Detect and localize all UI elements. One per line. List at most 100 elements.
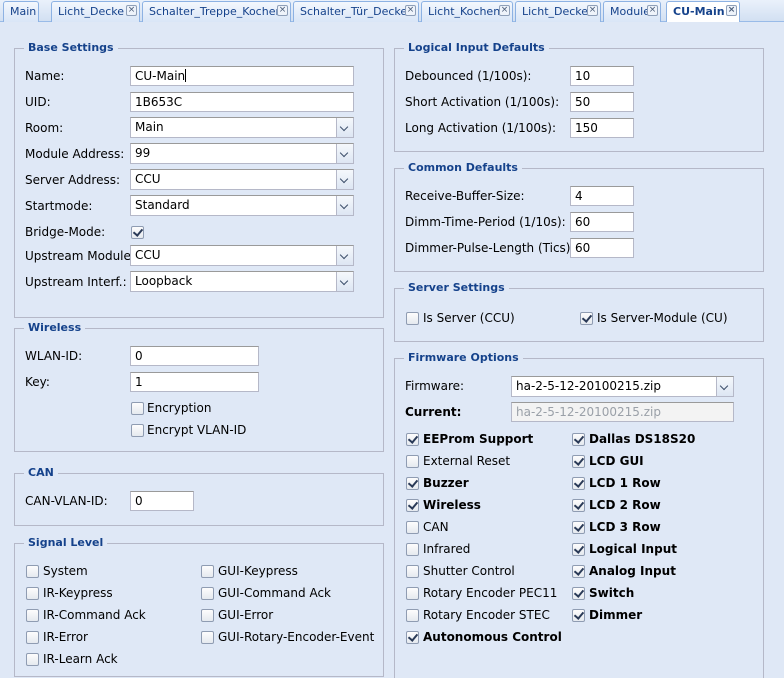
close-icon[interactable]: × xyxy=(587,5,598,16)
can-vlan-id-input[interactable]: 0 xyxy=(130,491,194,511)
fw-infrared-checkbox[interactable] xyxy=(406,543,419,556)
signal-ir-keypress-checkbox[interactable] xyxy=(26,587,39,600)
signal-ir-keypress-label: IR-Keypress xyxy=(43,586,113,600)
chevron-down-icon[interactable] xyxy=(336,246,353,265)
signal-ir-learn-ack-checkbox[interactable] xyxy=(26,653,39,666)
chevron-down-icon[interactable] xyxy=(336,118,353,137)
module-address-label: Module Address: xyxy=(25,147,125,161)
encrypt-vlan-id-checkbox[interactable] xyxy=(131,424,144,437)
signal-gui-keypress-label: GUI-Keypress xyxy=(218,564,298,578)
tab-licht-decke[interactable]: Licht_Decke × xyxy=(515,1,601,22)
fw-logical-input-label: Logical Input xyxy=(589,542,677,556)
name-input[interactable]: CU-Main xyxy=(130,66,354,86)
fw-analog-input-checkbox[interactable] xyxy=(572,565,585,578)
long-activation-input[interactable]: 150 xyxy=(570,118,634,138)
bridge-mode-checkbox[interactable] xyxy=(131,226,144,239)
fw-dallas-ds18s20-checkbox[interactable] xyxy=(572,433,585,446)
can-vlan-id-label: CAN-VLAN-ID: xyxy=(25,494,108,508)
server-address-select[interactable]: CCU xyxy=(130,169,354,190)
close-icon[interactable]: × xyxy=(277,5,288,16)
close-icon[interactable]: × xyxy=(405,5,416,16)
fw-external-reset-checkbox[interactable] xyxy=(406,455,419,468)
wlan-id-input[interactable]: 0 xyxy=(130,346,259,366)
signal-ir-command-ack-checkbox[interactable] xyxy=(26,609,39,622)
upstream-interf-select[interactable]: Loopback xyxy=(130,271,354,292)
fw-rotary-encoder-pec11-checkbox[interactable] xyxy=(406,587,419,600)
signal-ir-error-checkbox[interactable] xyxy=(26,631,39,644)
receive-buffer-size-label: Receive-Buffer-Size: xyxy=(405,189,525,203)
fw-lcd-1-row-checkbox[interactable] xyxy=(572,477,585,490)
fw-shutter-control-checkbox[interactable] xyxy=(406,565,419,578)
tab-schalter-t-r-decke[interactable]: Schalter_Tür_Decke × xyxy=(293,1,419,22)
dimm-time-period-input[interactable]: 60 xyxy=(570,212,634,232)
signal-system-checkbox[interactable] xyxy=(26,565,39,578)
signal-system-label: System xyxy=(43,564,88,578)
tab-strip: Main Licht_Decke × Schalter_Treppe_Kochen × S… xyxy=(0,0,784,23)
fw-buzzer-checkbox[interactable] xyxy=(406,477,419,490)
receive-buffer-size-input[interactable]: 4 xyxy=(570,186,634,206)
encryption-checkbox[interactable] xyxy=(131,402,144,415)
chevron-down-icon[interactable] xyxy=(336,170,353,189)
fw-logical-input-checkbox[interactable] xyxy=(572,543,585,556)
chevron-down-icon[interactable] xyxy=(336,144,353,163)
firmware-label: Firmware: xyxy=(405,379,465,393)
close-icon[interactable]: × xyxy=(499,5,510,16)
base-settings-fieldset: Base Settings Name: CU-Main UID: 1B653C … xyxy=(14,41,384,318)
base-settings-legend: Base Settings xyxy=(24,41,118,55)
dimmer-pulse-length-input[interactable]: 60 xyxy=(570,238,634,258)
current-input: ha-2-5-12-20100215.zip xyxy=(511,402,734,422)
fw-external-reset-label: External Reset xyxy=(423,454,511,468)
module-address-select[interactable]: 99 xyxy=(130,143,354,164)
tab-main[interactable]: Main xyxy=(3,1,39,22)
chevron-down-icon[interactable] xyxy=(716,377,733,396)
signal-gui-command-ack-checkbox[interactable] xyxy=(201,587,214,600)
signal-gui-error-checkbox[interactable] xyxy=(201,609,214,622)
fw-dimmer-checkbox[interactable] xyxy=(572,609,585,622)
close-icon[interactable]: × xyxy=(126,5,137,16)
fw-lcd-3-row-checkbox[interactable] xyxy=(572,521,585,534)
bridge-mode-label: Bridge-Mode: xyxy=(25,225,106,239)
logical-input-defaults-fieldset: Logical Input Defaults Debounced (1/100s… xyxy=(394,41,764,152)
fw-lcd-3-row-label: LCD 3 Row xyxy=(589,520,661,534)
uid-label: UID: xyxy=(25,95,51,109)
signal-gui-keypress-checkbox[interactable] xyxy=(201,565,214,578)
firmware-options-legend: Firmware Options xyxy=(404,351,523,365)
firmware-select[interactable]: ha-2-5-12-20100215.zip xyxy=(511,376,734,397)
fw-rotary-encoder-stec-checkbox[interactable] xyxy=(406,609,419,622)
room-select[interactable]: Main xyxy=(130,117,354,138)
fw-wireless-label: Wireless xyxy=(423,498,481,512)
chevron-down-icon[interactable] xyxy=(336,272,353,291)
startmode-select[interactable]: Standard xyxy=(130,195,354,216)
upstream-module-select[interactable]: CCU xyxy=(130,245,354,266)
server-settings-legend: Server Settings xyxy=(404,281,509,295)
current-label: Current: xyxy=(405,405,462,419)
fw-eeprom-support-checkbox[interactable] xyxy=(406,433,419,446)
chevron-down-icon[interactable] xyxy=(336,196,353,215)
name-label: Name: xyxy=(25,69,65,83)
short-activation-input[interactable]: 50 xyxy=(570,92,634,112)
tab-label: Licht_Decke xyxy=(58,5,125,18)
fw-rotary-encoder-stec-label: Rotary Encoder STEC xyxy=(423,608,550,622)
key-input[interactable]: 1 xyxy=(130,372,259,392)
debounced-input[interactable]: 10 xyxy=(570,66,634,86)
tab-licht-decke[interactable]: Licht_Decke × xyxy=(51,1,140,22)
signal-gui-rotary-encoder-event-checkbox[interactable] xyxy=(201,631,214,644)
tab-cu-main[interactable]: CU-Main × xyxy=(666,1,740,23)
tab-label: Licht_Decke xyxy=(522,5,589,18)
tab-module[interactable]: Module × xyxy=(603,1,661,22)
is-server-checkbox[interactable] xyxy=(406,312,419,325)
uid-input[interactable]: 1B653C xyxy=(130,92,354,112)
fw-autonomous-control-checkbox[interactable] xyxy=(406,631,419,644)
tab-schalter-treppe-kochen[interactable]: Schalter_Treppe_Kochen × xyxy=(142,1,291,22)
common-defaults-fieldset: Common Defaults Receive-Buffer-Size: 4 D… xyxy=(394,161,764,272)
is-server-module-checkbox[interactable] xyxy=(580,312,593,325)
fw-lcd-gui-checkbox[interactable] xyxy=(572,455,585,468)
fw-wireless-checkbox[interactable] xyxy=(406,499,419,512)
wireless-fieldset: Wireless WLAN-ID: 0 Key: 1 Encryption En… xyxy=(14,321,384,452)
tab-licht-kochen[interactable]: Licht_Kochen × xyxy=(421,1,513,22)
close-icon[interactable]: × xyxy=(647,5,658,16)
fw-can-checkbox[interactable] xyxy=(406,521,419,534)
fw-lcd-2-row-checkbox[interactable] xyxy=(572,499,585,512)
close-icon[interactable]: × xyxy=(726,5,737,16)
fw-switch-checkbox[interactable] xyxy=(572,587,585,600)
